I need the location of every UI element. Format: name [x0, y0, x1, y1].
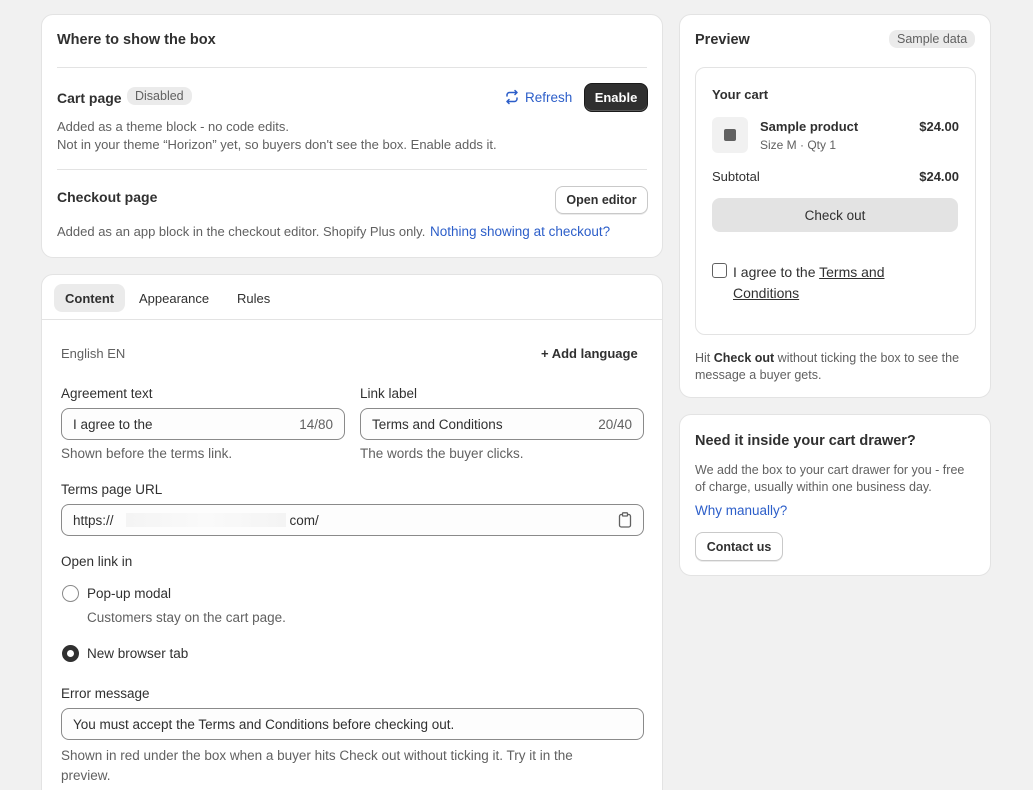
enable-button[interactable]: Enable [584, 83, 648, 112]
cart-drawer-card: Need it inside your cart drawer? We add … [679, 414, 991, 576]
radio-new-browser-tab[interactable] [62, 645, 79, 662]
preview-title: Preview [695, 32, 750, 48]
subtotal-value: $24.00 [919, 169, 959, 184]
refresh-button[interactable]: Refresh [504, 89, 572, 105]
agree-checkbox[interactable] [712, 263, 727, 278]
status-badge: Disabled [127, 87, 192, 105]
link-label-help: The words the buyer clicks. [360, 446, 524, 461]
drawer-desc: We add the box to your cart drawer for y… [695, 463, 965, 494]
terms-url-input[interactable]: https:// com/ [61, 504, 644, 536]
product-meta: Size M · Qty 1 [760, 138, 837, 152]
open-link-label: Open link in [61, 554, 133, 569]
tab-rules[interactable]: Rules [226, 284, 281, 312]
why-manually-link[interactable]: Why manually? [695, 503, 787, 518]
link-label-label: Link label [360, 386, 418, 401]
hint-bold: Check out [713, 351, 775, 365]
popup-modal-label[interactable]: Pop-up modal [87, 586, 171, 601]
product-thumbnail [712, 117, 748, 153]
link-label-input[interactable]: Terms and Conditions 20/40 [360, 408, 644, 440]
terms-url-value-end: com/ [289, 512, 319, 528]
language-label: English EN [61, 346, 126, 361]
cart-desc-1: Added as a theme block - no code edits. [57, 119, 289, 134]
terms-url-value-start: https:// [73, 512, 114, 528]
error-message-label: Error message [61, 686, 150, 701]
radio-popup-modal[interactable] [62, 585, 79, 602]
clipboard-icon[interactable] [618, 512, 632, 528]
error-message-help: Shown in red under the box when a buyer … [61, 748, 573, 783]
divider [57, 169, 647, 170]
tabs-divider [42, 319, 662, 320]
where-to-show-title: Where to show the box [57, 32, 216, 48]
agreement-text-value: I agree to the [73, 416, 153, 432]
popup-modal-help: Customers stay on the cart page. [87, 610, 286, 625]
sample-data-badge: Sample data [889, 30, 976, 48]
checkout-page-title: Checkout page [57, 189, 158, 205]
agree-text: I agree to the Terms and Conditions [733, 262, 933, 304]
char-count: 14/80 [299, 416, 333, 432]
contact-us-button[interactable]: Contact us [695, 532, 783, 561]
drawer-title: Need it inside your cart drawer? [695, 433, 916, 449]
checkout-desc: Added as an app block in the checkout ed… [57, 224, 426, 239]
hint-prefix: Hit [695, 351, 714, 365]
preview-hint: Hit Check out without ticking the box to… [695, 350, 977, 383]
refresh-label: Refresh [525, 89, 573, 105]
your-cart-title: Your cart [712, 87, 769, 102]
char-count: 20/40 [598, 416, 632, 432]
new-browser-tab-label[interactable]: New browser tab [87, 646, 188, 661]
tab-content[interactable]: Content [54, 284, 126, 312]
add-language-button[interactable]: + Add language [541, 346, 638, 361]
agreement-text-help: Shown before the terms link. [61, 446, 233, 461]
preview-card: Preview Sample data Your cart Sample pro… [679, 14, 991, 398]
nothing-showing-link[interactable]: Nothing showing at checkout? [430, 224, 610, 239]
tab-appearance[interactable]: Appearance [128, 284, 220, 312]
content-editor-card: Content Appearance Rules English EN + Ad… [41, 274, 663, 790]
terms-url-label: Terms page URL [61, 482, 163, 497]
subtotal-label: Subtotal [712, 169, 760, 184]
cart-desc-2: Not in your theme “Horizon” yet, so buye… [57, 137, 497, 152]
product-name: Sample product [760, 119, 859, 134]
error-message-input[interactable]: You must accept the Terms and Conditions… [61, 708, 644, 740]
product-price: $24.00 [919, 119, 959, 134]
error-message-value: You must accept the Terms and Conditions… [73, 716, 455, 732]
agree-prefix: I agree to the [733, 264, 820, 280]
where-to-show-card: Where to show the box Cart page Disabled… [41, 14, 663, 258]
checkout-button[interactable]: Check out [712, 198, 958, 232]
open-editor-button[interactable]: Open editor [555, 186, 648, 214]
agreement-text-input[interactable]: I agree to the 14/80 [61, 408, 345, 440]
product-image-icon [724, 129, 736, 141]
redacted-url-segment [125, 513, 286, 527]
refresh-icon [506, 89, 518, 105]
cart-page-title: Cart page [57, 90, 122, 106]
link-label-value: Terms and Conditions [372, 416, 503, 432]
agreement-text-label: Agreement text [61, 386, 153, 401]
divider [57, 67, 647, 68]
cart-preview: Your cart Sample product Size M · Qty 1 … [695, 67, 976, 335]
